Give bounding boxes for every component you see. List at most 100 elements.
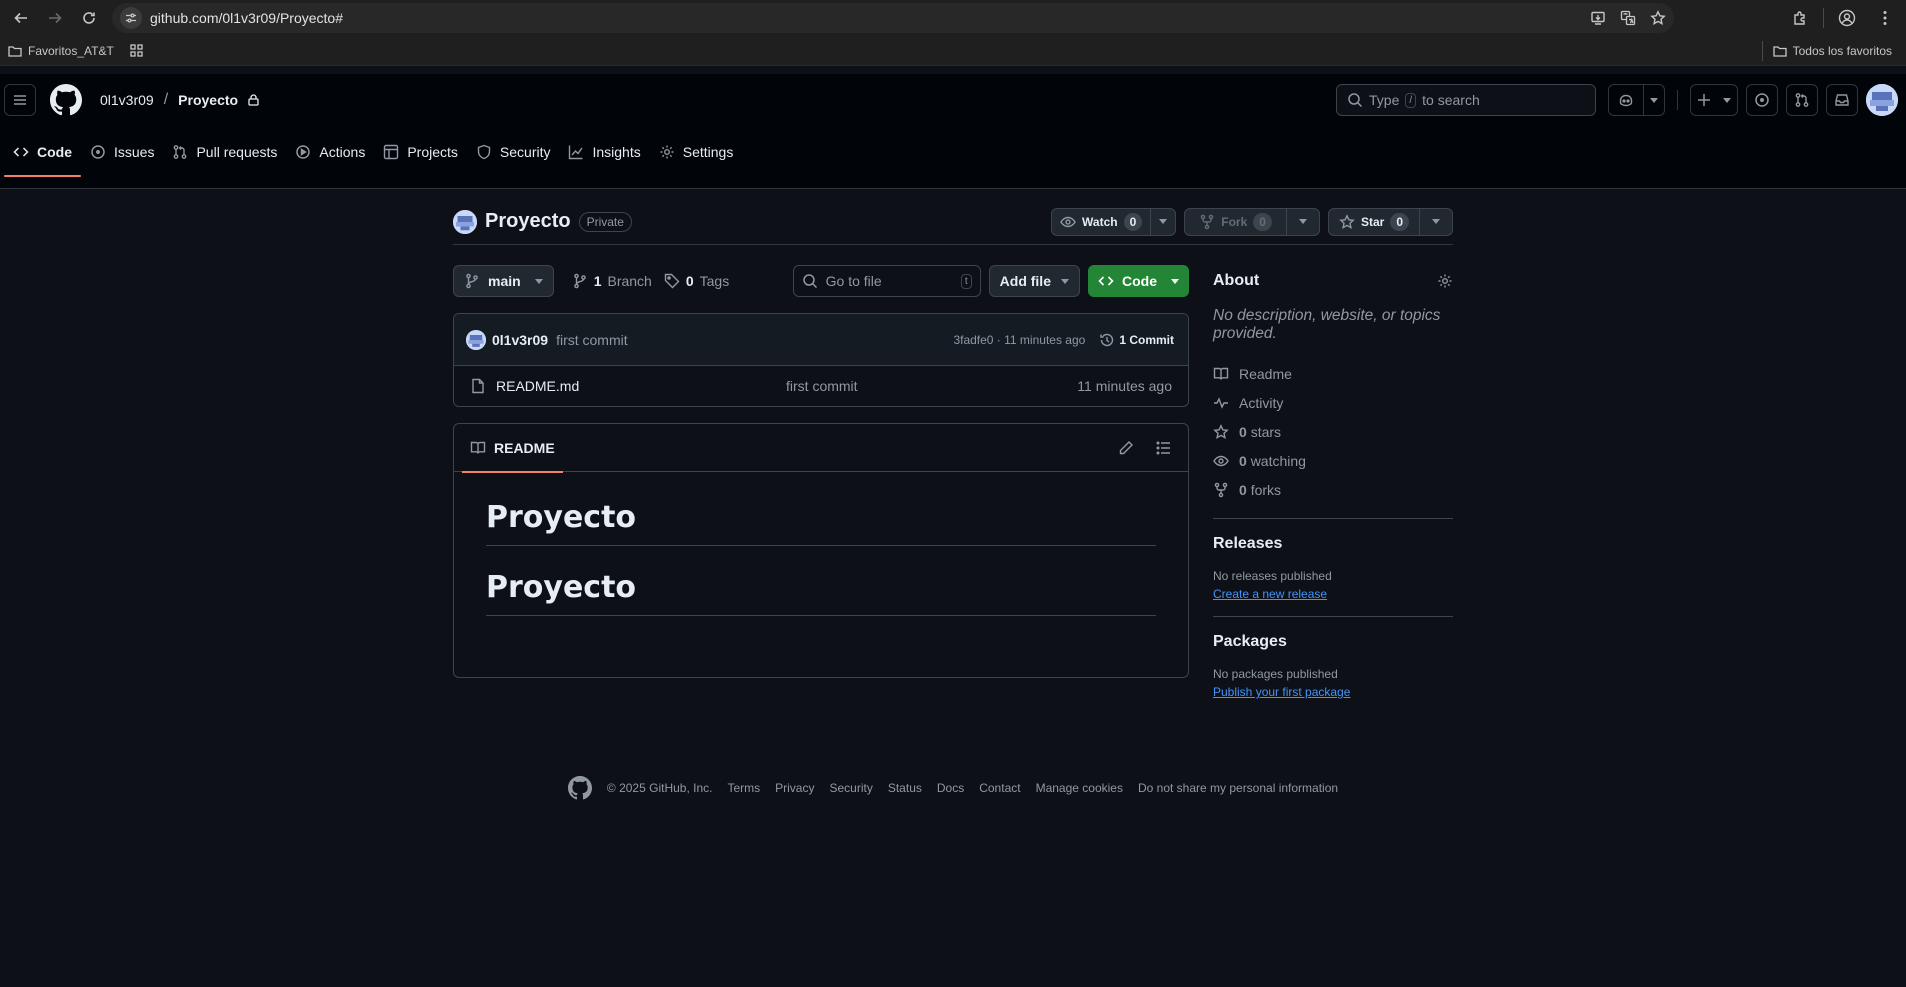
- readme-tab[interactable]: README: [462, 424, 563, 473]
- copilot-icon[interactable]: [1609, 85, 1643, 115]
- publish-package-link[interactable]: Publish your first package: [1213, 685, 1350, 699]
- file-age: 11 minutes ago: [1077, 378, 1172, 394]
- breadcrumb-separator: /: [163, 91, 169, 108]
- tab-label: Actions: [319, 144, 366, 160]
- commit-hash-time[interactable]: 3fadfe0 · 11 minutes ago: [953, 333, 1085, 347]
- footer-link-security[interactable]: Security: [829, 781, 872, 795]
- branches-link[interactable]: 1 Branch: [572, 273, 652, 289]
- tab-settings[interactable]: Settings: [650, 130, 743, 174]
- repo-title[interactable]: Proyecto: [485, 210, 571, 233]
- footer-link-manage-cookies[interactable]: Manage cookies: [1036, 781, 1123, 795]
- commits-history-link[interactable]: 1 Commit: [1099, 332, 1174, 348]
- tab-pull-requests[interactable]: Pull requests: [163, 130, 286, 174]
- about-readme-link[interactable]: Readme: [1213, 359, 1453, 388]
- tab-actions[interactable]: Actions: [286, 130, 374, 174]
- releases-title[interactable]: Releases: [1213, 535, 1453, 553]
- file-icon: [470, 378, 486, 394]
- code-button[interactable]: Code: [1088, 265, 1189, 297]
- branch-selector[interactable]: main: [453, 265, 554, 297]
- about-activity-link[interactable]: Activity: [1213, 388, 1453, 417]
- inbox-button[interactable]: [1826, 84, 1858, 116]
- star-button[interactable]: Star 0: [1329, 209, 1419, 235]
- commit-message[interactable]: first commit: [556, 332, 628, 348]
- forward-icon[interactable]: [40, 3, 70, 33]
- footer-link-do-not-share[interactable]: Do not share my personal information: [1138, 781, 1338, 795]
- go-to-file-input[interactable]: Go to file t: [792, 265, 981, 297]
- fork-icon: [1199, 214, 1215, 230]
- address-bar[interactable]: github.com/0l1v3r09/Proyecto#: [112, 3, 1674, 33]
- user-avatar[interactable]: [1866, 84, 1898, 116]
- tab-security[interactable]: Security: [467, 130, 560, 174]
- outline-list-icon[interactable]: [1156, 440, 1172, 456]
- star-dropdown-chevron-icon[interactable]: [1419, 208, 1452, 235]
- pull-request-icon: [1794, 92, 1810, 108]
- fork-dropdown-chevron-icon[interactable]: [1285, 208, 1319, 235]
- tab-projects[interactable]: Projects: [374, 130, 467, 174]
- create-new-button[interactable]: [1690, 84, 1738, 116]
- file-commit-message[interactable]: first commit: [786, 378, 858, 394]
- pull-requests-button[interactable]: [1786, 84, 1818, 116]
- install-app-icon[interactable]: [1590, 10, 1606, 26]
- commits-count: 1 Commit: [1119, 332, 1174, 347]
- search-shortcut-key: /: [1405, 92, 1417, 108]
- create-release-link[interactable]: Create a new release: [1213, 587, 1327, 601]
- profile-icon[interactable]: [1832, 3, 1862, 33]
- breadcrumb-owner[interactable]: 0l1v3r09: [100, 92, 154, 108]
- footer-link-status[interactable]: Status: [888, 781, 922, 795]
- menu-kebab-icon[interactable]: [1870, 3, 1900, 33]
- footer-link-privacy[interactable]: Privacy: [775, 781, 814, 795]
- extensions-icon[interactable]: [1785, 3, 1815, 33]
- fork-icon: [1213, 482, 1229, 498]
- search-icon: [1347, 92, 1363, 108]
- footer-link-contact[interactable]: Contact: [979, 781, 1020, 795]
- tab-issues[interactable]: Issues: [81, 130, 163, 174]
- github-mark-icon[interactable]: [567, 776, 592, 800]
- footer-link-terms[interactable]: Terms: [727, 781, 760, 795]
- all-bookmarks-folder[interactable]: Todos los favoritos: [1772, 43, 1892, 58]
- github-logo-icon[interactable]: [50, 84, 82, 116]
- all-bookmarks-label: Todos los favoritos: [1792, 43, 1892, 58]
- branch-icon: [572, 273, 588, 289]
- about-forks-link[interactable]: 0 forks: [1213, 475, 1453, 504]
- pencil-icon[interactable]: [1118, 440, 1134, 456]
- bookmark-folder-favoritos[interactable]: Favoritos_AT&T: [0, 39, 122, 63]
- file-name[interactable]: README.md: [496, 378, 786, 394]
- search-input[interactable]: Type / to search: [1336, 84, 1596, 116]
- stars-count: 0: [1239, 423, 1247, 440]
- watch-dropdown-chevron-icon[interactable]: [1150, 208, 1175, 235]
- issues-button[interactable]: [1746, 84, 1778, 116]
- copilot-dropdown-chevron-icon[interactable]: [1644, 85, 1664, 115]
- footer-link-docs[interactable]: Docs: [937, 781, 964, 795]
- folder-icon: [1772, 44, 1787, 58]
- tab-label: Pull requests: [196, 144, 278, 160]
- inbox-icon: [1834, 92, 1850, 108]
- repo-owner-avatar[interactable]: [453, 209, 477, 234]
- hamburger-menu-button[interactable]: [4, 84, 36, 116]
- packages-title[interactable]: Packages: [1213, 633, 1453, 651]
- about-stars-link[interactable]: 0 stars: [1213, 417, 1453, 446]
- tab-code[interactable]: Code: [4, 130, 81, 177]
- tags-link[interactable]: 0 Tags: [664, 273, 729, 289]
- add-file-button[interactable]: Add file: [988, 265, 1080, 297]
- gear-icon[interactable]: [1437, 273, 1453, 289]
- translate-icon[interactable]: [1620, 10, 1636, 26]
- repo-content: main 1 Branch 0 Tags Go to file t Add fi…: [453, 265, 1189, 700]
- about-watching-link[interactable]: 0 watching: [1213, 446, 1453, 475]
- watch-button[interactable]: Watch 0: [1052, 209, 1150, 235]
- folder-icon: [8, 44, 22, 58]
- fork-button[interactable]: Fork 0: [1185, 209, 1286, 235]
- search-placeholder-after: to search: [1422, 92, 1480, 108]
- tab-insights[interactable]: Insights: [559, 130, 649, 174]
- bookmark-star-icon[interactable]: [1650, 10, 1666, 26]
- tab-label: Projects: [407, 144, 458, 160]
- reload-icon[interactable]: [74, 3, 104, 33]
- commit-author-avatar[interactable]: [466, 329, 486, 350]
- breadcrumb-repo[interactable]: Proyecto: [178, 92, 238, 108]
- site-info-icon[interactable]: [120, 7, 142, 29]
- commit-author[interactable]: 0l1v3r09: [492, 332, 548, 348]
- back-icon[interactable]: [6, 3, 36, 33]
- apps-grid-icon[interactable]: [122, 39, 151, 63]
- file-row[interactable]: README.md first commit 11 minutes ago: [454, 366, 1188, 406]
- tag-icon: [664, 273, 680, 289]
- url-text[interactable]: github.com/0l1v3r09/Proyecto#: [150, 10, 1582, 26]
